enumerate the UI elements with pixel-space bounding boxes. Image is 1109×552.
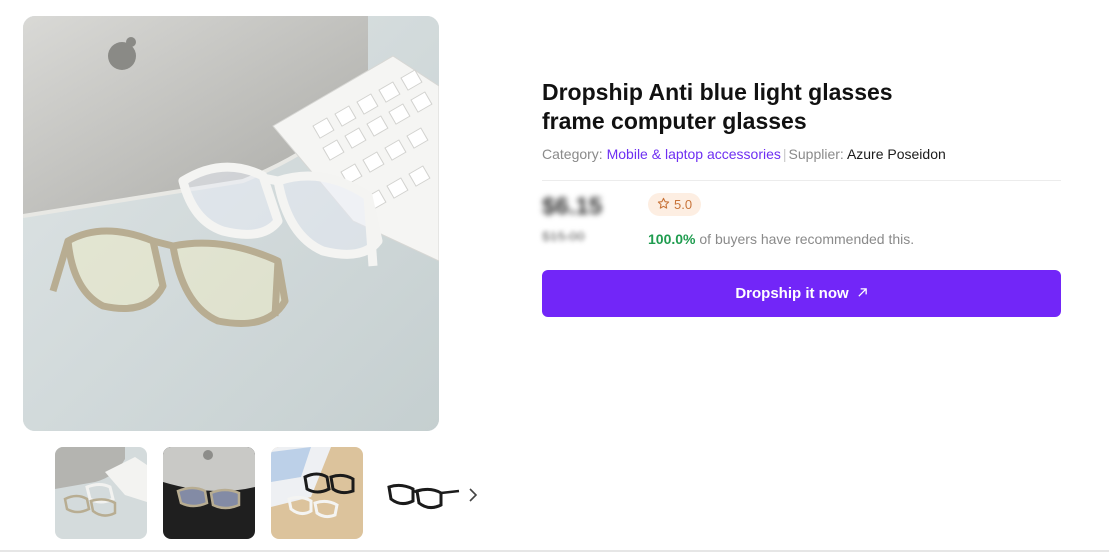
supplier-label: Supplier: — [788, 146, 844, 162]
arrow-up-right-icon — [857, 285, 868, 302]
product-title: Dropship Anti blue light glasses frame c… — [542, 78, 962, 136]
meta-separator: | — [782, 146, 787, 162]
star-outline-icon — [657, 197, 670, 213]
chevron-right-icon[interactable] — [463, 485, 483, 505]
supplier-name: Azure Poseidon — [846, 146, 946, 162]
rating-badge: 5.0 — [648, 193, 702, 216]
thumbnail-2[interactable] — [163, 447, 255, 539]
recommendation-text: 100.0% of buyers have recommended this. — [648, 231, 914, 247]
recommend-percent: 100.0% — [648, 231, 696, 247]
category-label: Category: — [542, 146, 603, 162]
rating-value: 5.0 — [674, 197, 693, 212]
product-title-line-2: frame computer glasses — [542, 108, 807, 134]
product-price: $6.15 — [542, 193, 603, 220]
category-link[interactable]: Mobile & laptop accessories — [607, 146, 781, 162]
original-price: $15.00 — [542, 228, 585, 244]
product-main-image[interactable] — [23, 16, 439, 431]
product-title-line-1: Dropship Anti blue light glasses — [542, 79, 893, 105]
product-meta: Category: Mobile & laptop accessories | Su… — [542, 146, 946, 162]
thumbnail-3[interactable] — [271, 447, 363, 539]
thumbnail-4[interactable] — [379, 447, 471, 539]
dropship-now-button[interactable]: Dropship it now — [542, 270, 1061, 317]
divider — [542, 180, 1061, 181]
recommend-label: of buyers have recommended this. — [695, 231, 915, 247]
dropship-now-label: Dropship it now — [735, 285, 849, 302]
thumbnail-1[interactable] — [55, 447, 147, 539]
